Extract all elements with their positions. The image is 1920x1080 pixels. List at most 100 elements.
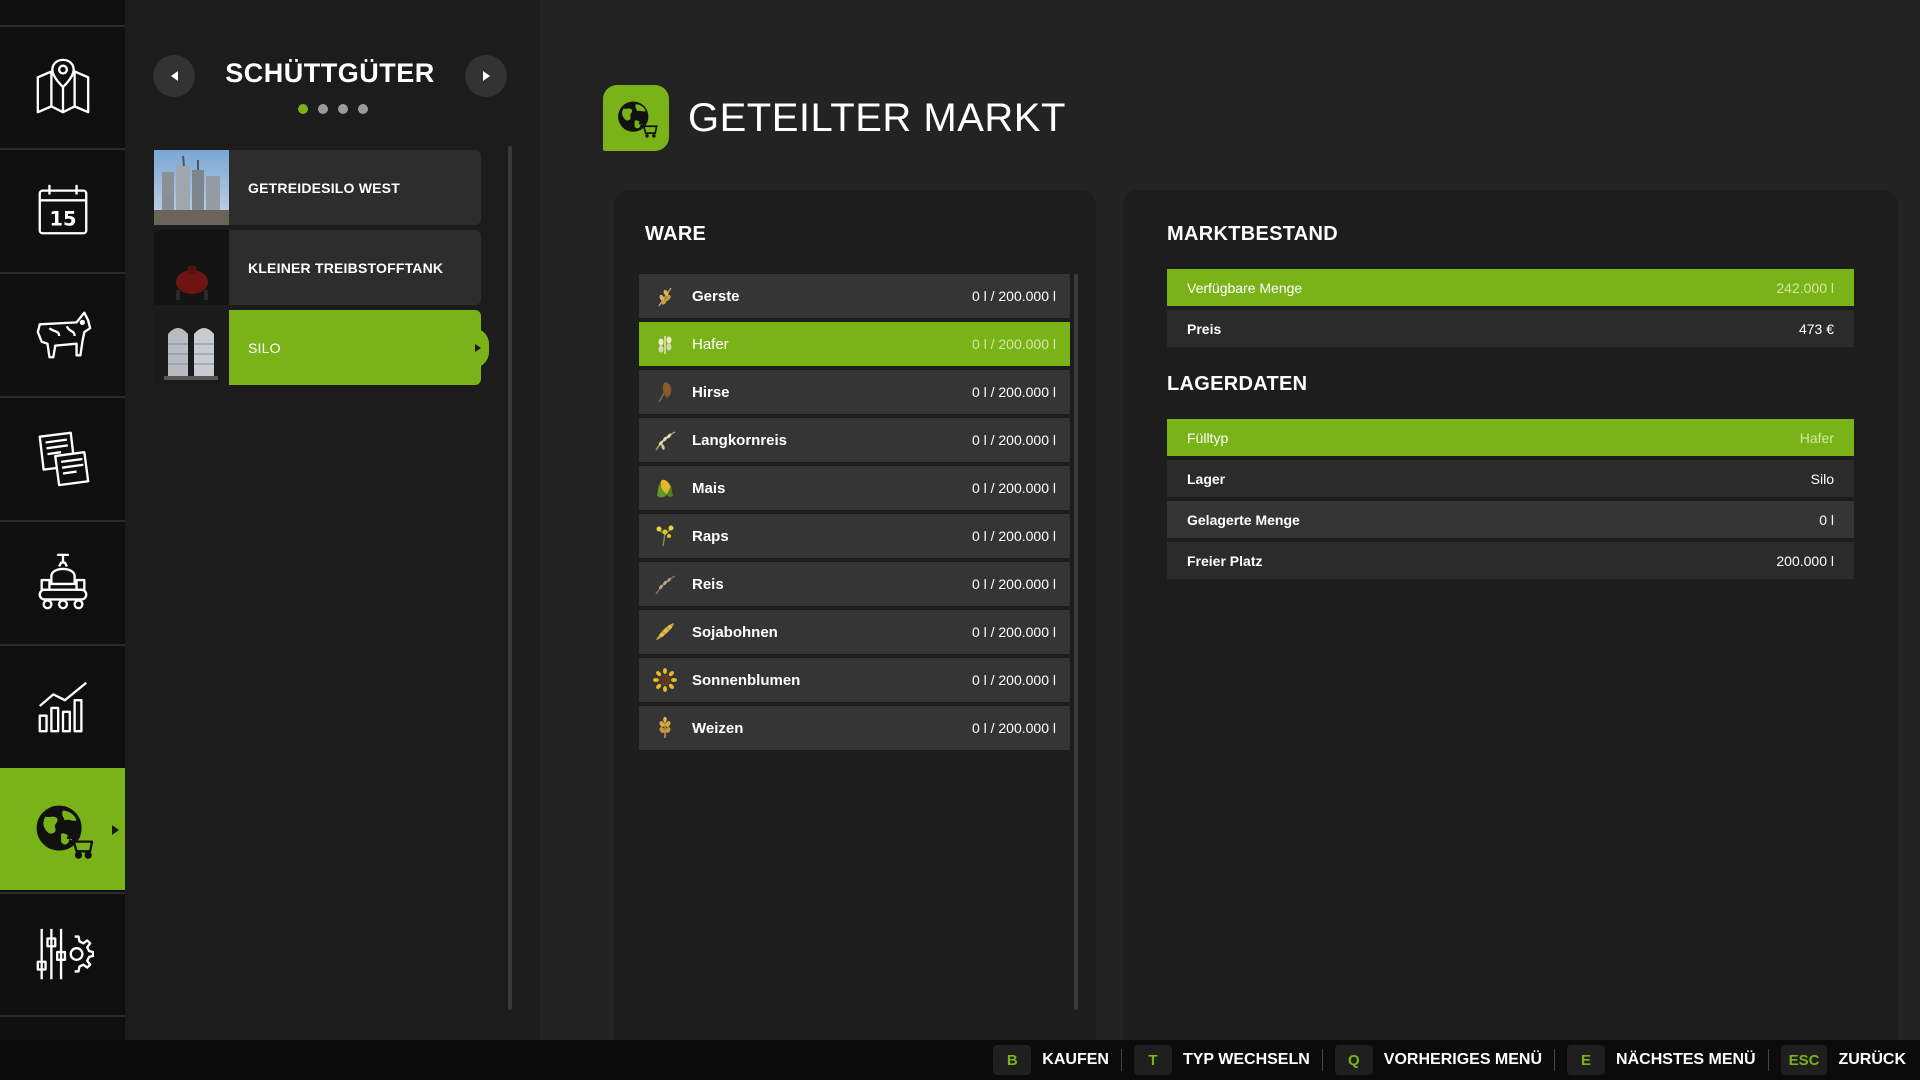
rail-item-animals[interactable]: [0, 272, 125, 394]
storage-item-silo[interactable]: SILO: [154, 310, 481, 385]
lagerdaten-table: Fülltyp Hafer Lager Silo Gelagerte Menge…: [1167, 419, 1854, 583]
hint-key: E: [1567, 1045, 1606, 1075]
kv-value: Silo: [1810, 470, 1834, 487]
global-market-title-icon: [603, 85, 669, 151]
hint-typ-wechseln[interactable]: T TYP WECHSELN: [1133, 1045, 1310, 1075]
hint-key: Q: [1334, 1045, 1373, 1075]
marktbestand-heading: MARKTBESTAND: [1167, 223, 1338, 245]
page-indicator: [125, 104, 540, 114]
barley-icon: [651, 282, 679, 310]
hint-divider: [1767, 1049, 1769, 1071]
kv-key: Preis: [1187, 320, 1222, 337]
storage-item-kleiner-treibstofftank[interactable]: KLEINER TREIBSTOFFTANK: [154, 230, 481, 305]
ware-name: Hirse: [692, 383, 730, 401]
fuel-tank-thumb: [154, 230, 229, 305]
page-title: GETEILTER MARKT: [688, 96, 1066, 140]
longgrain-rice-icon: [651, 426, 679, 454]
rail-item-map[interactable]: [0, 25, 125, 147]
statistics-icon: [38, 681, 87, 733]
ware-row-gerste[interactable]: Gerste 0 l / 200.000 l: [639, 274, 1070, 318]
selected-arrow-icon: [475, 343, 481, 352]
ware-row-raps[interactable]: Raps 0 l / 200.000 l: [639, 514, 1070, 558]
storage-item-label: KLEINER TREIBSTOFFTANK: [248, 259, 444, 276]
ware-amount: 0 l / 200.000 l: [971, 288, 1056, 304]
hint-label: NÄCHSTES MENÜ: [1616, 1051, 1756, 1068]
globe-cart-icon: [618, 101, 658, 138]
kv-key: Gelagerte Menge: [1187, 511, 1300, 528]
oat-icon: [651, 330, 679, 358]
kv-value: 0 l: [1819, 511, 1834, 528]
page-dot[interactable]: [317, 104, 328, 114]
kv-key: Freier Platz: [1187, 552, 1263, 569]
kv-value: 242.000 l: [1776, 279, 1834, 296]
storage-scrollbar[interactable]: [508, 146, 512, 1010]
rail-item-contracts[interactable]: [0, 396, 125, 518]
ware-amount: 0 l / 200.000 l: [971, 720, 1056, 736]
maize-icon: [651, 474, 679, 502]
hints: B KAUFEN T TYP WECHSELN Q VORHERIGES MEN…: [981, 1040, 1906, 1080]
hint-naechstes-menue[interactable]: E NÄCHSTES MENÜ: [1567, 1045, 1756, 1075]
arrow-right-icon: [482, 71, 490, 81]
ware-name: Sonnenblumen: [692, 671, 801, 689]
kv-value: 473 €: [1798, 320, 1834, 337]
ware-amount: 0 l / 200.000 l: [971, 384, 1056, 400]
kv-value: 200.000 l: [1776, 552, 1834, 569]
hint-divider: [1554, 1049, 1556, 1071]
rail-divider: [0, 1015, 125, 1017]
kv-row-gelagerte-menge: Gelagerte Menge 0 l: [1167, 501, 1854, 538]
page-dot[interactable]: [337, 104, 348, 114]
rail-item-settings[interactable]: [0, 892, 125, 1014]
hint-label: ZURÜCK: [1838, 1051, 1906, 1068]
page-dot[interactable]: [357, 104, 368, 114]
ware-row-hafer[interactable]: Hafer 0 l / 200.000 l: [639, 322, 1070, 366]
kv-value: Hafer: [1799, 429, 1834, 446]
ware-row-sojabohnen[interactable]: Sojabohnen 0 l / 200.000 l: [639, 610, 1070, 654]
sunflower-icon: [651, 666, 679, 694]
rail-item-production[interactable]: [0, 520, 125, 642]
ware-name: Mais: [692, 479, 726, 497]
ware-row-weizen[interactable]: Weizen 0 l / 200.000 l: [639, 706, 1070, 750]
ware-row-reis[interactable]: Reis 0 l / 200.000 l: [639, 562, 1070, 606]
page-dot[interactable]: [297, 104, 308, 114]
ware-row-hirse[interactable]: Hirse 0 l / 200.000 l: [639, 370, 1070, 414]
wheat-icon: [651, 714, 679, 742]
ware-amount: 0 l / 200.000 l: [971, 576, 1056, 592]
rail-item-global-market[interactable]: [0, 768, 125, 890]
hint-key: T: [1133, 1045, 1172, 1075]
hint-divider: [1321, 1049, 1323, 1071]
next-page-button[interactable]: [465, 55, 507, 97]
silo-thumb: [154, 310, 229, 385]
storage-header: SCHÜTTGÜTER: [125, 52, 540, 102]
hint-label: KAUFEN: [1042, 1051, 1109, 1068]
rail-item-calendar[interactable]: 15: [0, 148, 125, 270]
hint-divider: [1120, 1049, 1122, 1071]
settings-icon: [36, 928, 94, 980]
ware-scrollbar[interactable]: [1074, 274, 1078, 1010]
hint-key: ESC: [1780, 1045, 1828, 1075]
hint-zurueck[interactable]: ESC ZURÜCK: [1780, 1045, 1906, 1075]
svg-text:15: 15: [49, 208, 76, 231]
hint-key: B: [993, 1045, 1032, 1075]
ware-row-sonnenblumen[interactable]: Sonnenblumen 0 l / 200.000 l: [639, 658, 1070, 702]
storage-item-getreidesilo-west[interactable]: GETREIDESILO WEST: [154, 150, 481, 225]
storage-list: GETREIDESILO WEST KLEINER TREIBSTOFFTANK: [154, 150, 481, 390]
input-hints-bar: B KAUFEN T TYP WECHSELN Q VORHERIGES MEN…: [0, 1040, 1920, 1080]
ware-name: Langkornreis: [692, 431, 788, 449]
contracts-icon: [38, 431, 89, 487]
ware-amount: 0 l / 200.000 l: [971, 480, 1056, 496]
sorghum-icon: [651, 378, 679, 406]
ware-amount: 0 l / 200.000 l: [971, 336, 1056, 352]
hint-kaufen[interactable]: B KAUFEN: [993, 1045, 1109, 1075]
storage-title: SCHÜTTGÜTER: [225, 58, 435, 88]
storage-item-label: SILO: [248, 339, 281, 356]
rail-item-statistics[interactable]: [0, 644, 125, 766]
hint-vorheriges-menue[interactable]: Q VORHERIGES MENÜ: [1334, 1045, 1542, 1075]
cow-icon: [36, 311, 91, 359]
ware-row-langkornreis[interactable]: Langkornreis 0 l / 200.000 l: [639, 418, 1070, 462]
soybean-icon: [651, 618, 679, 646]
ware-name: Hafer: [692, 335, 729, 353]
ware-name: Weizen: [692, 719, 744, 737]
kv-row-freier-platz: Freier Platz 200.000 l: [1167, 542, 1854, 579]
ware-row-mais[interactable]: Mais 0 l / 200.000 l: [639, 466, 1070, 510]
rice-icon: [651, 570, 679, 598]
